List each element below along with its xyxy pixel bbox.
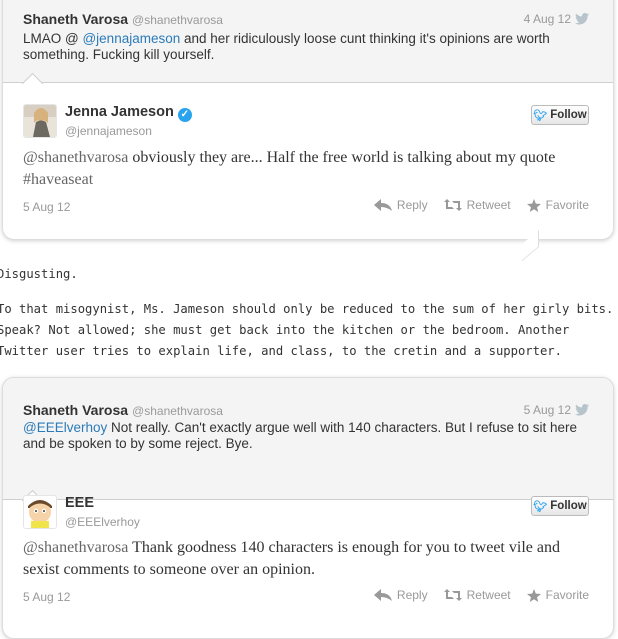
reply-icon bbox=[373, 199, 392, 211]
tweet-actions: Reply Retweet Favorite bbox=[364, 198, 589, 212]
tweet-text: @shanethvarosa obviously they are... Hal… bbox=[23, 147, 583, 191]
twitter-bird-icon bbox=[575, 13, 589, 25]
reply-label: Reply bbox=[396, 588, 428, 602]
reply-author[interactable]: Shaneth Varosa @shanethvarosa bbox=[23, 11, 223, 27]
reply-author-handle[interactable]: @shanethvarosa bbox=[132, 13, 223, 27]
twitter-bird-icon: 🐦︎ bbox=[533, 109, 548, 122]
favorite-action[interactable]: Favorite bbox=[526, 198, 589, 212]
tweet-author-name[interactable]: EEE bbox=[65, 495, 94, 511]
tweet-date[interactable]: 5 Aug 12 bbox=[23, 590, 70, 604]
mention-link[interactable]: @shanethvarosa bbox=[23, 539, 128, 556]
mention-link[interactable]: @jennajameson bbox=[82, 31, 180, 46]
favorite-action[interactable]: Favorite bbox=[526, 588, 589, 602]
reply-text: @EEElverhoy Not really. Can't exactly ar… bbox=[23, 420, 585, 452]
reply-icon bbox=[373, 589, 392, 601]
reply-action[interactable]: Reply bbox=[373, 198, 428, 212]
reply-author-name[interactable]: Shaneth Varosa bbox=[23, 402, 128, 418]
reply-action[interactable]: Reply bbox=[373, 588, 428, 602]
retweet-icon bbox=[443, 589, 462, 601]
reply-date[interactable]: 4 Aug 12 bbox=[524, 12, 571, 26]
tweet-text: @shanethvarosa Thank goodness 140 charac… bbox=[23, 537, 583, 581]
twitter-bird-icon bbox=[575, 404, 589, 416]
mention-link[interactable]: @EEElverhoy bbox=[23, 420, 107, 435]
tweet-text-body: obviously they are... Half the free worl… bbox=[128, 149, 556, 166]
tweet-actions: Reply Retweet Favorite bbox=[364, 588, 589, 602]
favorite-label: Favorite bbox=[545, 198, 589, 212]
reply-date[interactable]: 5 Aug 12 bbox=[524, 403, 571, 417]
star-icon bbox=[526, 588, 541, 602]
twitter-bird-icon: 🐦︎ bbox=[533, 500, 548, 513]
star-icon bbox=[526, 198, 541, 212]
retweet-icon bbox=[443, 199, 462, 211]
retweet-action[interactable]: Retweet bbox=[443, 588, 511, 602]
follow-button[interactable]: 🐦︎ Follow bbox=[531, 105, 589, 125]
embedded-tweet-card-2: Shaneth Varosa @shanethvarosa 5 Aug 12 @E… bbox=[2, 377, 614, 639]
tweet-date[interactable]: 5 Aug 12 bbox=[23, 200, 70, 214]
reply-author-name[interactable]: Shaneth Varosa bbox=[23, 11, 128, 27]
retweet-label: Retweet bbox=[466, 588, 511, 602]
article-paragraph-2: To that misogynist, Ms. Jameson should o… bbox=[0, 302, 614, 358]
tweet-author-name[interactable]: Jenna Jameson bbox=[65, 104, 174, 120]
tweet-author-handle[interactable]: @EEElverhoy bbox=[65, 515, 140, 529]
follow-button[interactable]: 🐦︎ Follow bbox=[531, 496, 589, 516]
reply-author-handle[interactable]: @shanethvarosa bbox=[132, 404, 223, 418]
in-reply-to-box: Shaneth Varosa @shanethvarosa 5 Aug 12 @E… bbox=[3, 378, 613, 500]
verified-icon: ✓ bbox=[177, 108, 192, 122]
reply-text: LMAO @ @jennajameson and her ridiculousl… bbox=[23, 31, 585, 63]
follow-label: Follow bbox=[550, 500, 587, 512]
reply-author[interactable]: Shaneth Varosa @shanethvarosa bbox=[23, 402, 223, 418]
in-reply-to-box: Shaneth Varosa @shanethvarosa 4 Aug 12 LM… bbox=[3, 0, 613, 83]
reply-label: Reply bbox=[396, 198, 428, 212]
follow-label: Follow bbox=[550, 109, 587, 121]
tweet-author-handle[interactable]: @jennajameson bbox=[65, 124, 152, 138]
hashtag-link[interactable]: #haveaseat bbox=[23, 171, 93, 188]
embedded-tweet-card-1: Shaneth Varosa @shanethvarosa 4 Aug 12 LM… bbox=[2, 0, 614, 240]
avatar[interactable] bbox=[23, 104, 57, 138]
retweet-label: Retweet bbox=[466, 198, 511, 212]
avatar[interactable] bbox=[23, 495, 57, 529]
favorite-label: Favorite bbox=[545, 588, 589, 602]
article-paragraph-1: Disgusting. bbox=[0, 267, 78, 281]
mention-link[interactable]: @shanethvarosa bbox=[23, 149, 128, 166]
reply-text-prefix: LMAO @ bbox=[23, 31, 83, 46]
retweet-action[interactable]: Retweet bbox=[443, 198, 511, 212]
tweet-author[interactable]: EEE bbox=[65, 495, 94, 511]
reply-text-body: Not really. Can't exactly argue well wit… bbox=[23, 420, 578, 451]
tweet-author[interactable]: Jenna Jameson ✓ bbox=[65, 104, 192, 122]
